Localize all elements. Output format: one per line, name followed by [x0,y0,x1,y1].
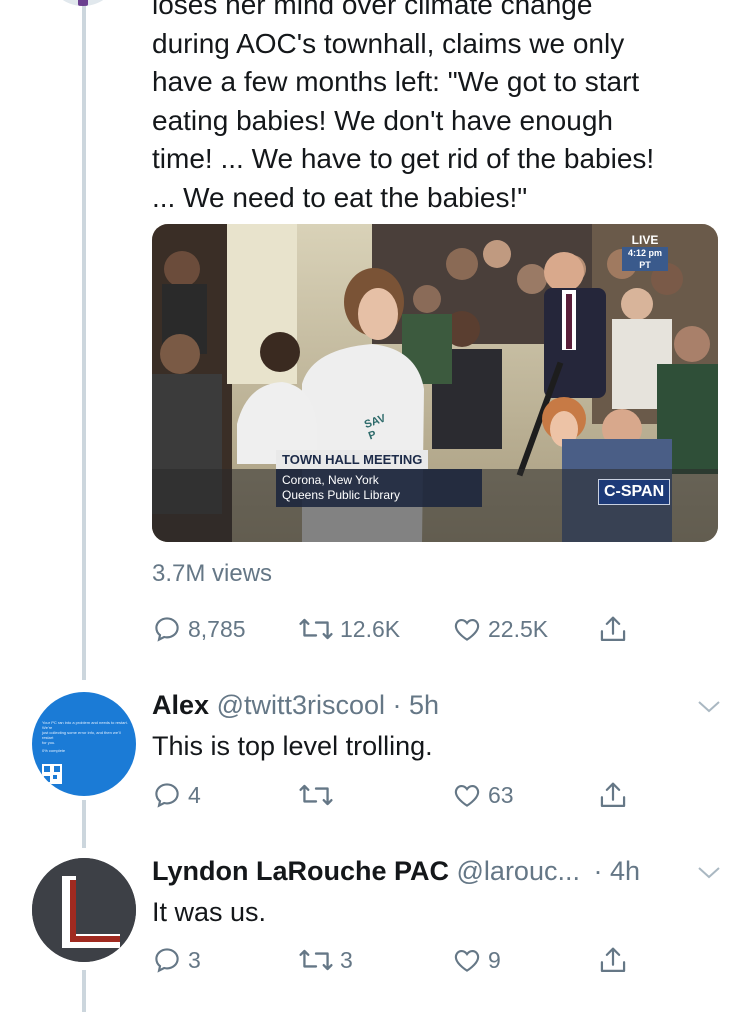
like-button[interactable]: 9 [452,945,501,975]
share-button[interactable] [598,780,634,812]
thread-line-bottom [82,970,86,1012]
chevron-down-icon[interactable] [696,865,722,881]
retweet-icon [299,618,333,640]
reply-actions: 3 3 9 [152,945,652,981]
banner-location: Corona, New York [282,473,379,487]
larouche-logo-icon [32,858,136,962]
user-handle[interactable]: @larouc... [457,856,580,886]
tweet-text-line: ... We need to eat the babies!" [152,181,528,213]
share-button[interactable] [598,614,634,646]
tweet-text-line: have a few months left: "We got to start [152,66,640,97]
chevron-down-icon[interactable] [696,699,722,715]
reply-count: 4 [188,781,201,808]
tweet-video[interactable]: LIVE 4:12 pm PT SAV P TOWN HALL MEETING … [152,224,718,542]
reply-header: Lyndon LaRouche PAC @larouc... · 4h [152,856,640,887]
heart-icon [454,949,480,972]
tweet-time[interactable]: · 5h [393,690,440,720]
avatar-main-partial[interactable] [48,0,118,6]
heart-icon [454,618,480,641]
tweet-actions: 8,785 12.6K 22.5K [152,614,652,650]
avatar-bsod-text: for you. [42,740,56,745]
retweet-button[interactable]: 12.6K [298,614,400,644]
avatar-bsod-text: just collecting some error info, and the… [42,730,121,740]
thread-line-top [82,0,86,680]
user-name[interactable]: Alex [152,690,209,720]
retweet-count: 12.6K [340,615,401,642]
share-button[interactable] [598,945,634,977]
like-count: 9 [488,946,501,973]
tweet-text-line: loses her mind over climate change [152,0,593,20]
reply-actions: 4 63 [152,780,652,816]
retweet-icon [299,949,333,971]
reply-button[interactable]: 3 [152,945,201,975]
tweet-text: loses her mind over climate change durin… [152,0,732,217]
tweet-text-line: time! ... We have to get rid of the babi… [152,143,655,174]
reply-button[interactable]: 8,785 [152,614,246,644]
reply-text: It was us. [152,897,267,927]
user-handle[interactable]: @twitt3riscool [217,690,385,720]
like-button[interactable]: 22.5K [452,614,548,644]
reply-count: 8,785 [188,615,246,642]
tweet-text-line: during AOC's townhall, claims we only [152,27,625,59]
like-button[interactable]: 63 [452,780,514,810]
reply-count: 3 [188,946,201,973]
retweet-button[interactable]: 3 [298,945,353,975]
like-count: 63 [488,781,514,808]
like-count: 22.5K [488,615,549,642]
share-icon [600,947,626,972]
avatar-bsod-text: 0% complete [42,748,66,753]
qr-code-icon [42,764,62,784]
reply-icon [155,948,179,973]
retweet-count: 3 [340,946,353,973]
tweet-text-line: eating babies! We don't have enough [152,104,613,136]
heart-icon [454,784,480,807]
avatar-larouche-pac[interactable] [32,858,136,962]
view-count: 3.7M views [152,560,273,587]
avatar-alex[interactable]: Your PC ran into a problem and needs to … [32,692,136,796]
reply-button[interactable]: 4 [152,780,201,810]
live-label: LIVE [631,233,659,247]
retweet-button[interactable] [298,780,340,810]
retweet-icon [299,784,333,806]
reply-icon [155,783,179,808]
live-badge: LIVE 4:12 pm PT [622,234,668,271]
live-time: 4:12 pm PT [622,247,668,271]
cspan-logo: C-SPAN [598,479,671,505]
thread-line-middle [82,800,86,848]
banner-venue: Queens Public Library [282,488,401,502]
tweet-time[interactable]: · 4h [593,856,640,886]
share-icon [600,616,626,641]
banner-title: TOWN HALL MEETING [276,450,429,469]
town-hall-banner: TOWN HALL MEETING Corona, New York Queen… [276,450,482,507]
avatar-bsod-text: Your PC ran into a problem and needs to … [42,720,128,730]
reply-text: This is top level trolling. [152,731,433,761]
user-name[interactable]: Lyndon LaRouche PAC [152,856,449,886]
share-icon [600,782,626,807]
reply-icon [155,617,179,642]
reply-header: Alex @twitt3riscool · 5h [152,690,439,721]
